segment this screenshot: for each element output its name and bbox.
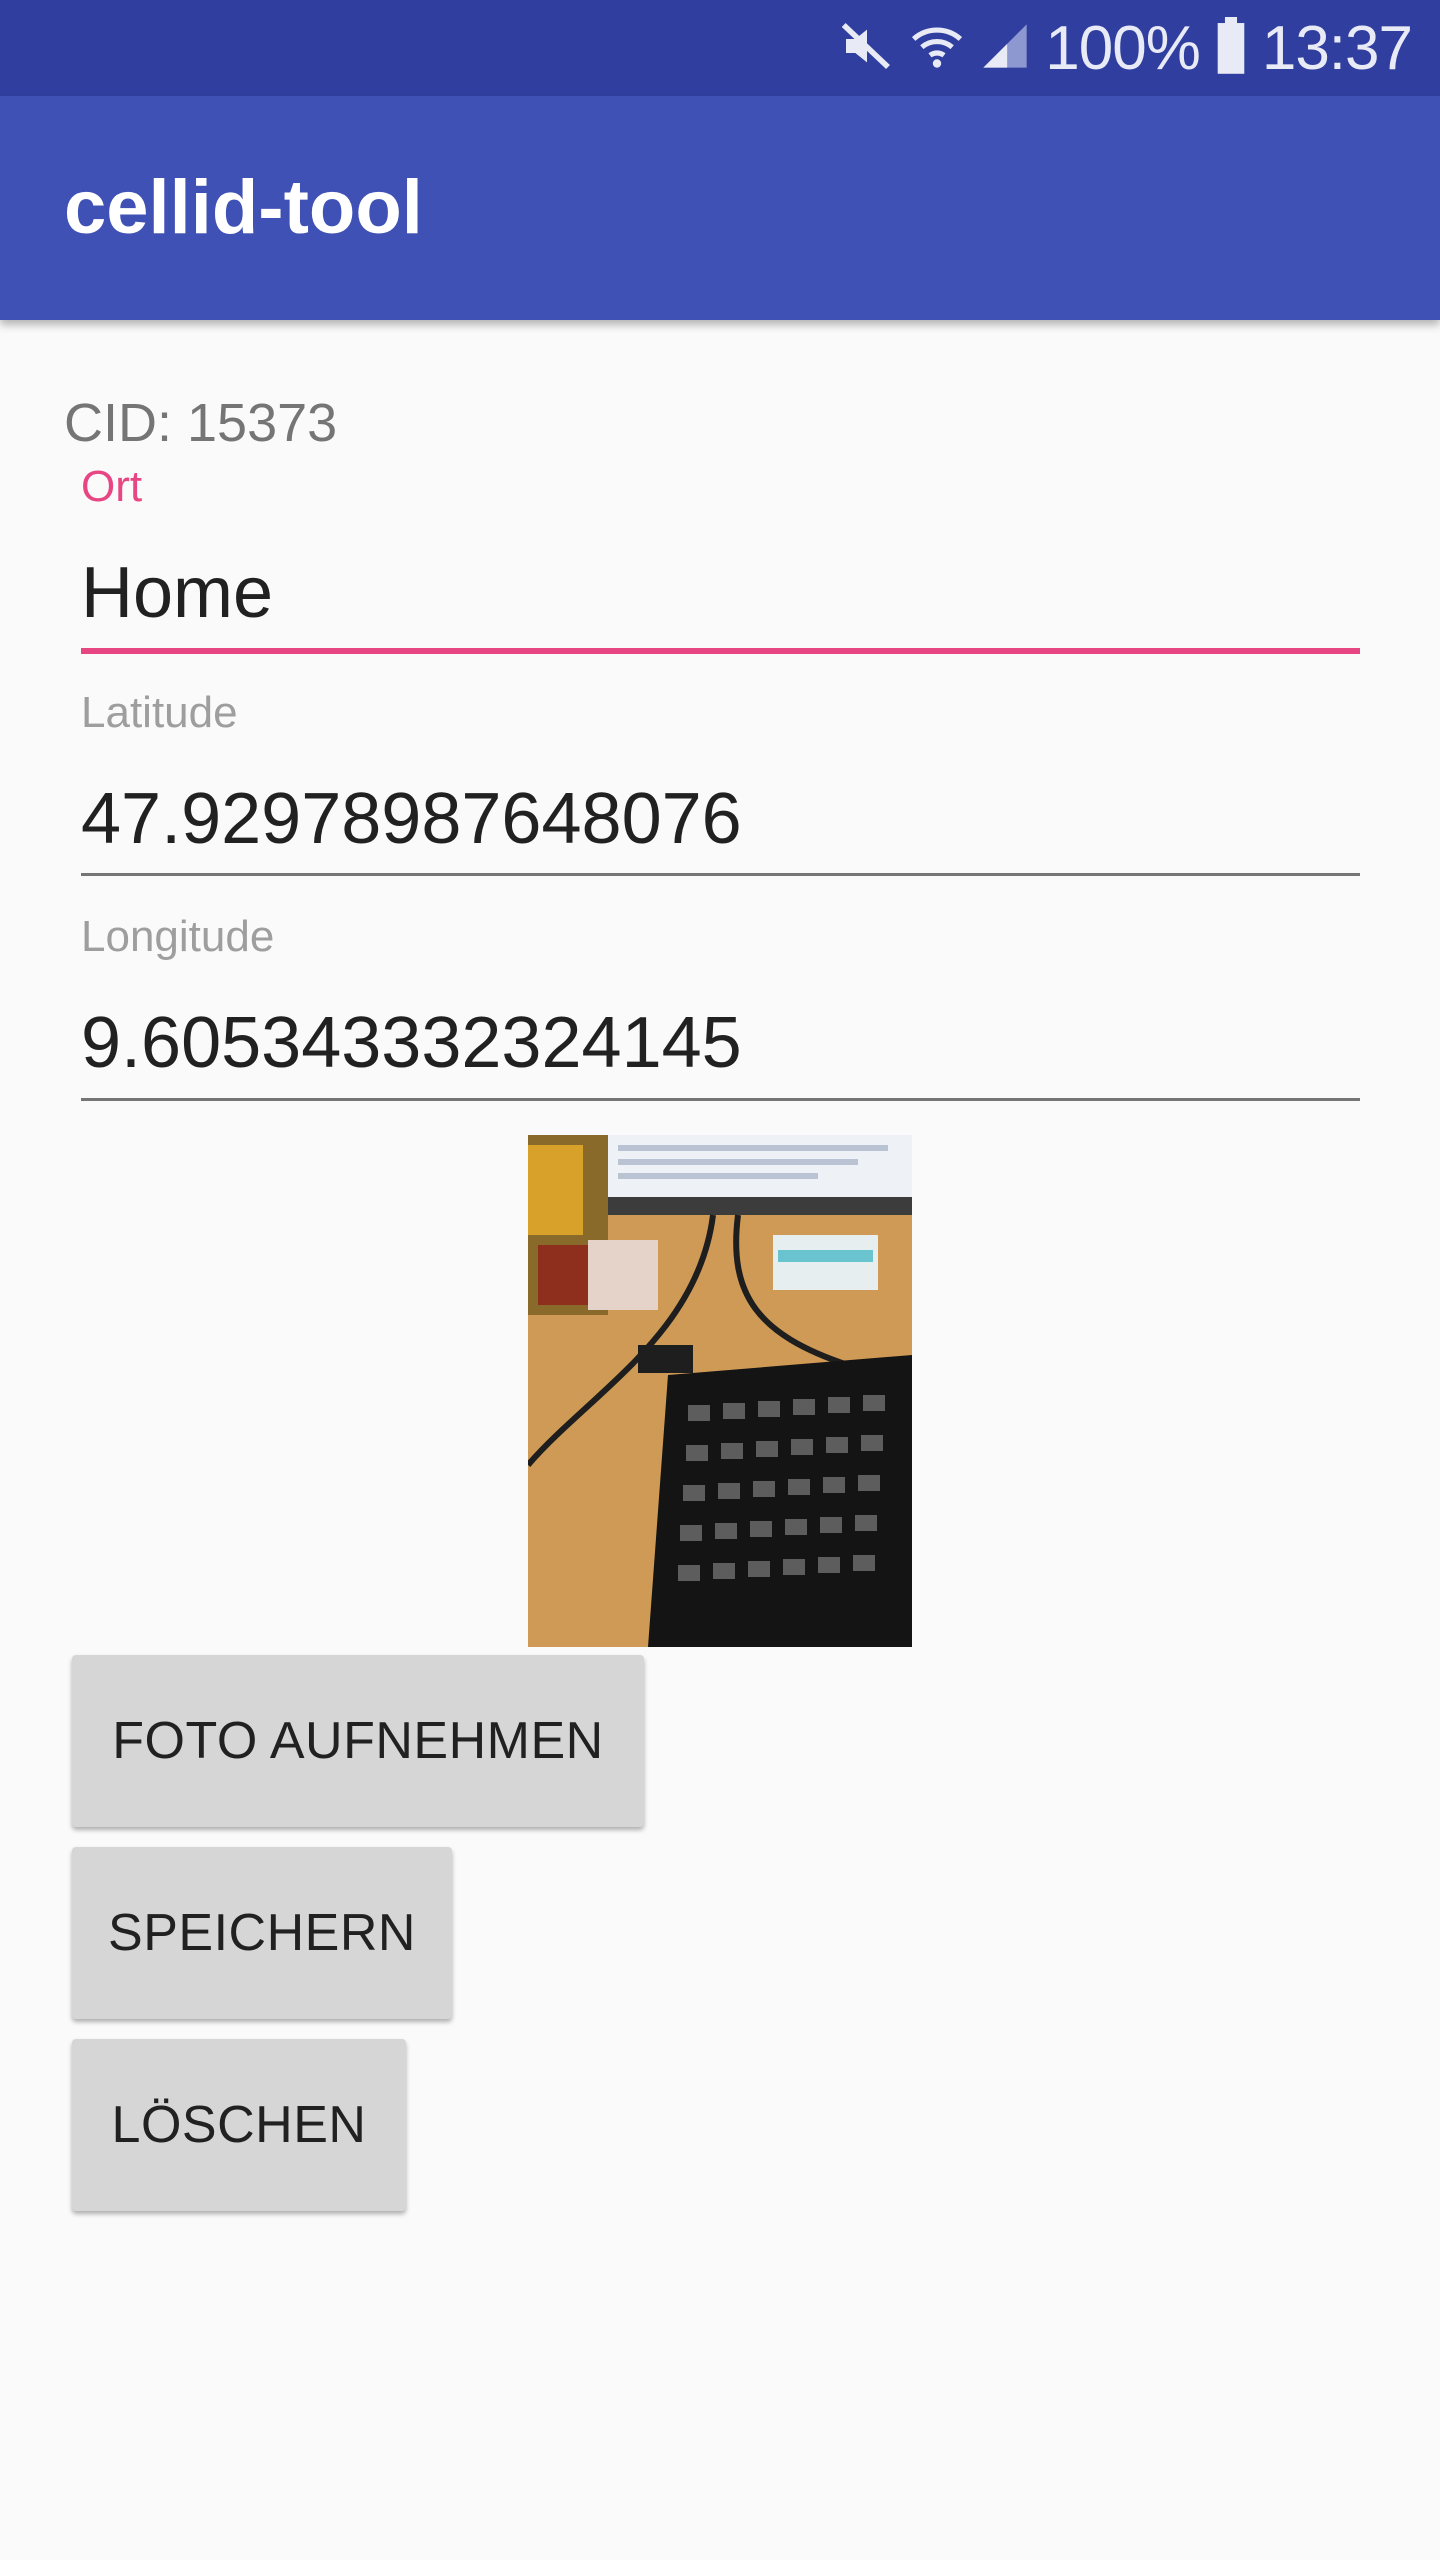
longitude-label: Longitude xyxy=(81,912,275,961)
battery-percent: 100% xyxy=(1045,13,1201,83)
mute-icon xyxy=(839,18,895,79)
latitude-label: Latitude xyxy=(81,688,238,737)
clock: 13:37 xyxy=(1261,13,1413,83)
status-bar: 100% 13:37 xyxy=(0,0,1440,96)
latitude-input[interactable]: 47.92978987648076 xyxy=(81,778,742,860)
delete-button[interactable]: LÖSCHEN xyxy=(72,2039,406,2211)
app-bar: cellid-tool xyxy=(0,96,1440,320)
cid-label: CID: 15373 xyxy=(64,393,338,453)
ort-label: Ort xyxy=(81,462,143,511)
ort-underline xyxy=(81,648,1360,654)
battery-icon xyxy=(1214,16,1248,80)
ort-input[interactable]: Home xyxy=(81,552,273,634)
longitude-input[interactable]: 9.605343332324145 xyxy=(81,1002,742,1084)
status-icons: 100% 13:37 xyxy=(839,0,1413,96)
save-button[interactable]: SPEICHERN xyxy=(72,1847,452,2019)
app-title: cellid-tool xyxy=(64,165,423,250)
wifi-icon xyxy=(909,18,965,79)
latitude-underline xyxy=(81,873,1360,876)
longitude-underline xyxy=(81,1098,1360,1101)
photo-thumbnail xyxy=(528,1135,912,1647)
take-photo-button[interactable]: FOTO AUFNEHMEN xyxy=(72,1655,644,1827)
signal-icon xyxy=(979,20,1031,77)
